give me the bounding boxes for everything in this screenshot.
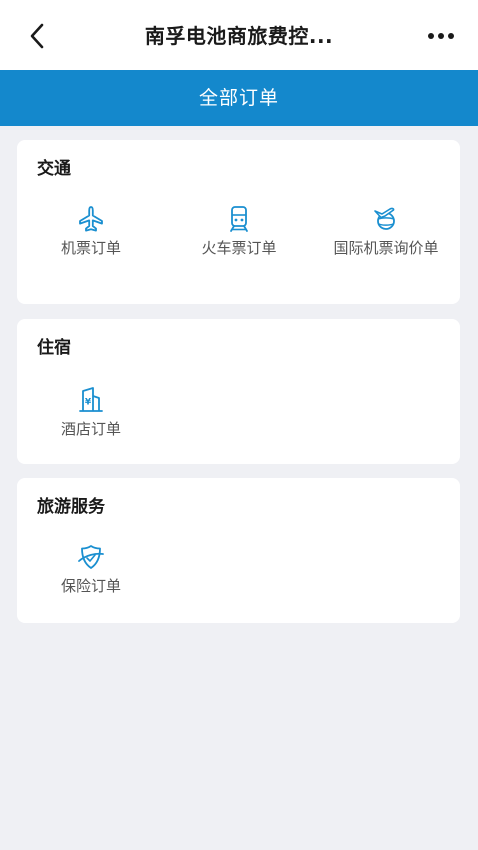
lodging-section-title: 住宿 (37, 338, 71, 358)
insurance-orders-item[interactable]: 保险订单 (31, 542, 151, 595)
travel-services-section-title: 旅游服务 (37, 497, 105, 517)
travel-services-card: 旅游服务 保险订单 (17, 478, 460, 623)
airplane-icon (79, 206, 103, 232)
more-options-button[interactable] (424, 24, 458, 48)
all-orders-header: 全部订单 (0, 70, 478, 126)
transport-section-title: 交通 (37, 159, 71, 179)
train-orders-label: 火车票订单 (201, 239, 277, 257)
svg-text:¥: ¥ (85, 398, 92, 408)
hotel-icon: ¥ (79, 387, 103, 412)
hotel-orders-item[interactable]: ¥ 酒店订单 (31, 385, 151, 438)
nav-bar: 南孚电池商旅费控... (0, 0, 478, 70)
flight-orders-item[interactable]: 机票订单 (31, 204, 151, 257)
insurance-shield-icon (78, 545, 104, 569)
transport-card: 交通 机票订单 火车票订单 国际机票询价单 (17, 140, 460, 304)
international-flight-icon (374, 207, 395, 230)
insurance-orders-label: 保险订单 (60, 577, 121, 595)
lodging-card: 住宿 ¥ 酒店订单 (17, 319, 460, 464)
hotel-orders-label: 酒店订单 (60, 420, 121, 438)
page-title: 南孚电池商旅费控... (144, 24, 334, 48)
more-dots-icon (428, 33, 454, 39)
flight-orders-label: 机票订单 (60, 239, 121, 257)
international-flight-inquiry-item[interactable]: 国际机票询价单 (326, 204, 446, 257)
back-button[interactable] (22, 20, 52, 52)
train-icon (230, 206, 248, 232)
train-orders-item[interactable]: 火车票订单 (179, 204, 299, 257)
international-flight-inquiry-label: 国际机票询价单 (333, 239, 439, 257)
chevron-left-icon (30, 23, 44, 49)
